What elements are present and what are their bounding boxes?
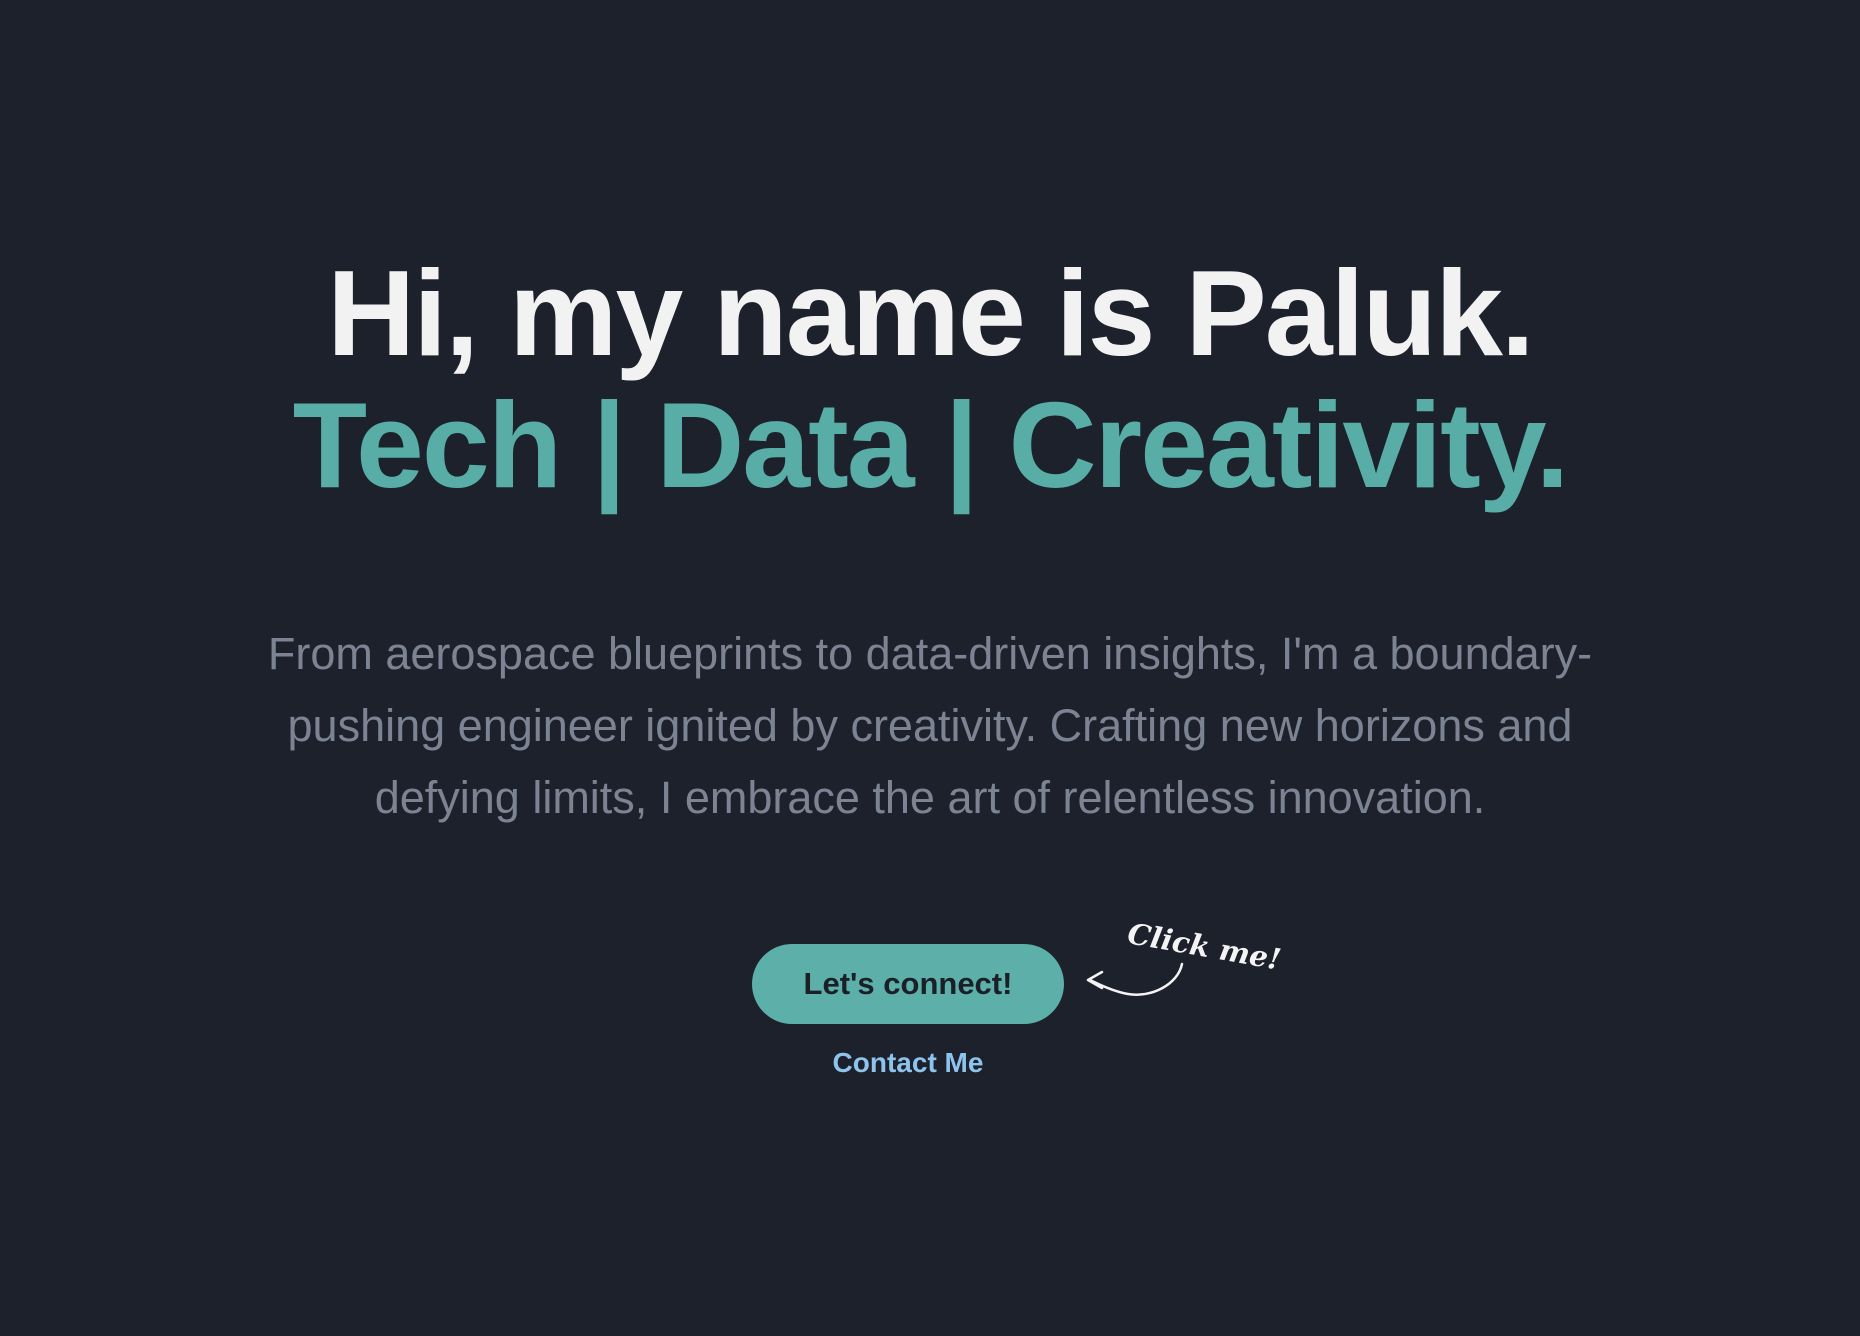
lets-connect-button[interactable]: Let's connect!: [752, 944, 1064, 1024]
hero-headline: Hi, my name is Paluk.: [327, 245, 1535, 381]
hero-page: Hi, my name is Paluk. Tech | Data | Crea…: [0, 0, 1860, 1336]
contact-me-link[interactable]: Contact Me: [780, 1047, 1036, 1079]
hero-description: From aerospace blueprints to data-driven…: [267, 628, 1593, 823]
curved-arrow-icon: [1086, 962, 1184, 996]
hero-tagline: Tech | Data | Creativity.: [292, 377, 1570, 513]
